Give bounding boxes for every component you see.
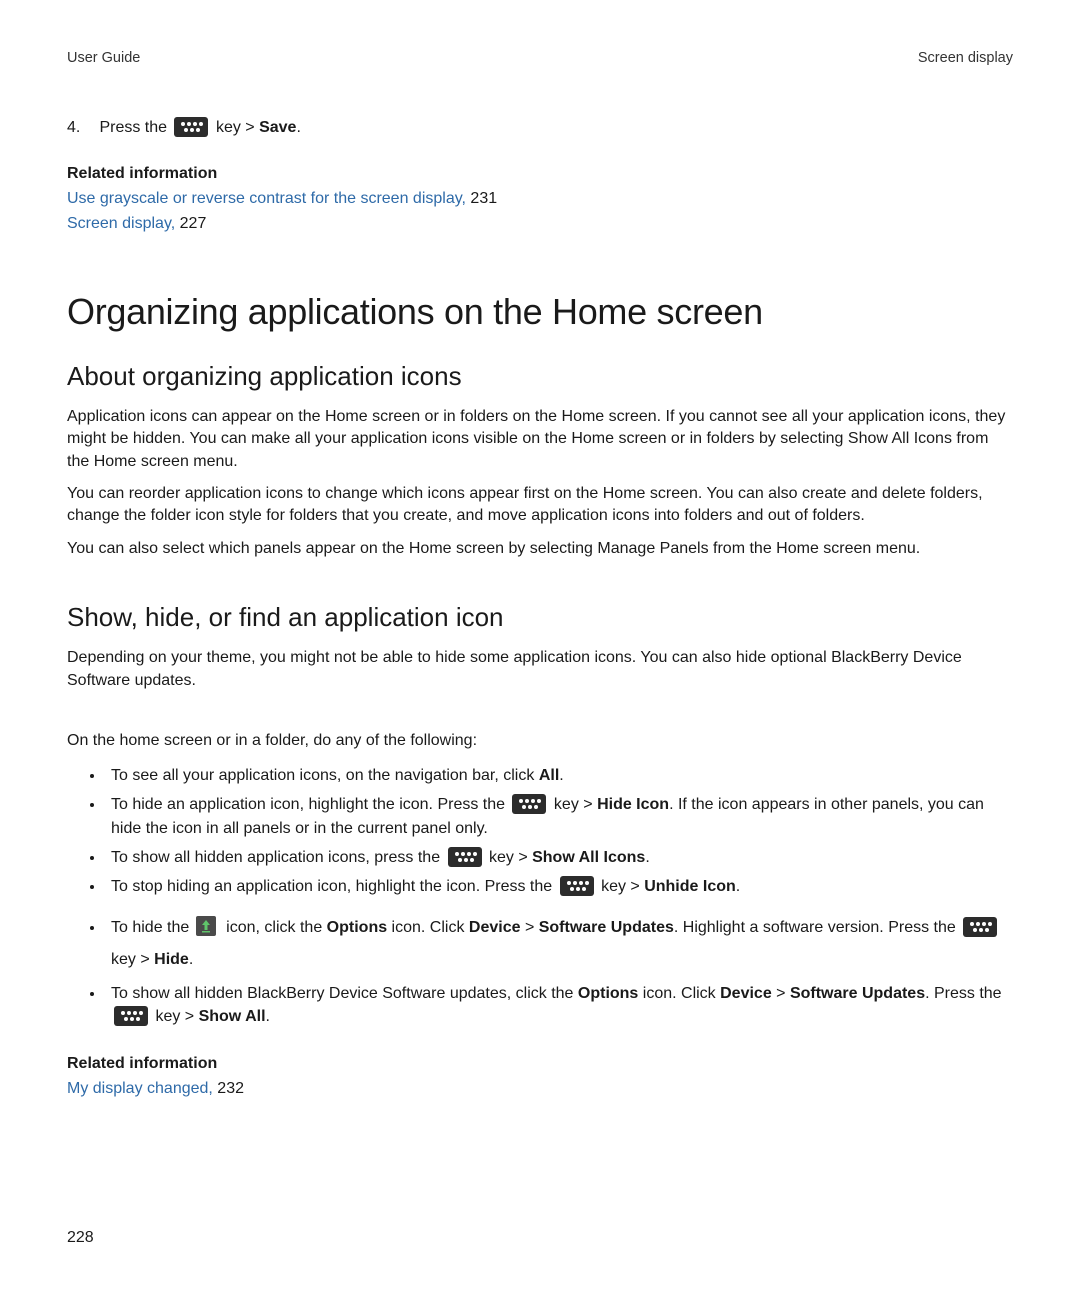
section-heading-show-hide: Show, hide, or find an application icon	[67, 602, 1013, 633]
menu-key-icon	[448, 847, 482, 867]
menu-key-icon	[114, 1006, 148, 1026]
paragraph: On the home screen or in a folder, do an…	[67, 730, 1013, 752]
page-header: User Guide Screen display	[67, 50, 1013, 66]
related-info-heading: Related information	[67, 165, 1013, 183]
related-page-2: 227	[175, 215, 206, 232]
paragraph: Depending on your theme, you might not b…	[67, 647, 1013, 692]
related-page-1: 231	[466, 190, 497, 207]
related-link-line: My display changed, 232	[67, 1077, 1013, 1102]
step-text-pre: Press the	[99, 119, 171, 136]
page-title: Organizing applications on the Home scre…	[67, 291, 1013, 333]
header-right: Screen display	[918, 50, 1013, 66]
related-page: 232	[213, 1080, 244, 1097]
step-action: Save	[259, 119, 296, 136]
step-text-end: .	[296, 119, 300, 136]
related-info-heading: Related information	[67, 1055, 1013, 1073]
section-heading-about: About organizing application icons	[67, 361, 1013, 392]
menu-key-icon	[560, 876, 594, 896]
related-link-grayscale[interactable]: Use grayscale or reverse contrast for th…	[67, 190, 466, 207]
paragraph: Application icons can appear on the Home…	[67, 406, 1013, 473]
paragraph: You can reorder application icons to cha…	[67, 483, 1013, 528]
page-number: 228	[67, 1229, 94, 1247]
software-update-icon	[196, 916, 216, 936]
related-link-my-display-changed[interactable]: My display changed,	[67, 1080, 213, 1097]
list-item: To show all hidden application icons, pr…	[105, 846, 1013, 869]
list-item: To hide an application icon, highlight t…	[105, 793, 1013, 839]
related-link-screen-display[interactable]: Screen display,	[67, 215, 175, 232]
related-link-line: Screen display, 227	[67, 212, 1013, 237]
step-text-mid: key >	[216, 119, 259, 136]
menu-key-icon	[963, 917, 997, 937]
header-left: User Guide	[67, 50, 140, 66]
instruction-list: To see all your application icons, on th…	[67, 764, 1013, 1028]
list-item: To show all hidden BlackBerry Device Sof…	[105, 982, 1013, 1028]
paragraph: You can also select which panels appear …	[67, 538, 1013, 560]
step-4: 4. Press the key > Save.	[67, 116, 1013, 139]
menu-key-icon	[174, 117, 208, 137]
step-number: 4.	[67, 116, 95, 139]
menu-key-icon	[512, 794, 546, 814]
list-item: To hide the icon, click the Options icon…	[105, 912, 1013, 976]
list-item: To stop hiding an application icon, high…	[105, 875, 1013, 898]
related-link-line: Use grayscale or reverse contrast for th…	[67, 187, 1013, 212]
list-item: To see all your application icons, on th…	[105, 764, 1013, 787]
